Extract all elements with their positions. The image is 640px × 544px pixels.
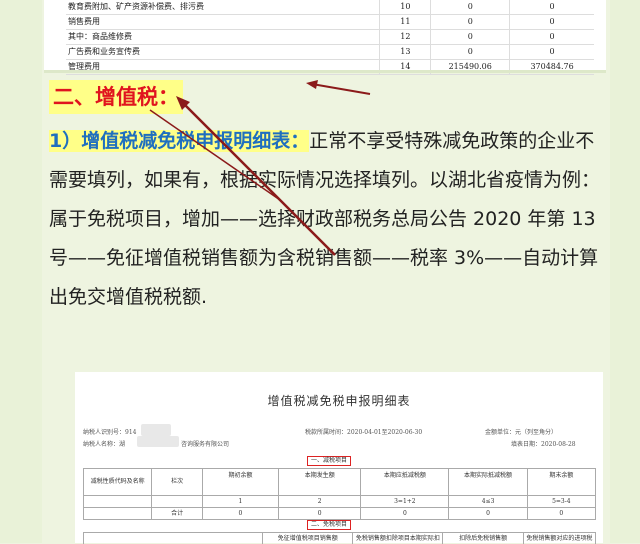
arrow-line [149,109,281,201]
arrow-head [306,80,318,89]
arrow-line [181,101,336,256]
arrow-line [311,83,371,95]
annotation-arrows [149,80,371,256]
